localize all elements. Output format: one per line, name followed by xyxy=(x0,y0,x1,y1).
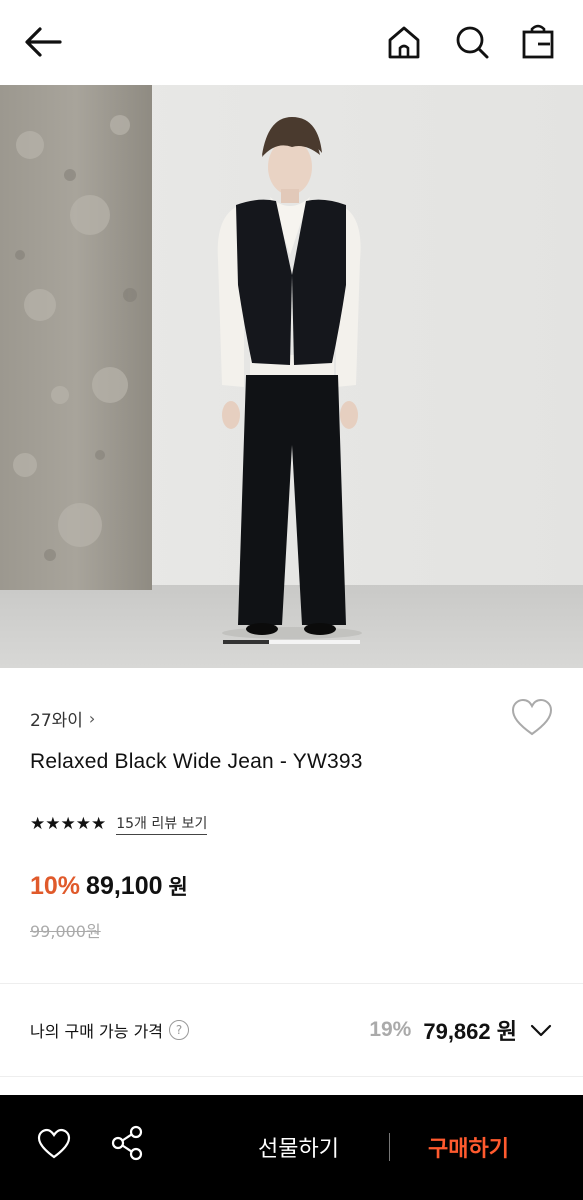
chevron-right-icon: › xyxy=(88,709,96,728)
heart-icon[interactable] xyxy=(36,1128,72,1160)
top-bar xyxy=(0,0,583,85)
star-rating-icon: ★★★★★ xyxy=(30,814,107,834)
share-icon[interactable] xyxy=(110,1125,144,1161)
model-photo xyxy=(0,85,583,668)
product-image[interactable] xyxy=(0,85,583,668)
my-price-rate: 19% xyxy=(369,1018,412,1041)
image-pager xyxy=(223,640,360,644)
home-icon[interactable] xyxy=(386,24,422,60)
brand-link[interactable]: 27와이 › xyxy=(30,706,95,731)
chevron-down-icon[interactable] xyxy=(529,1018,553,1042)
review-link[interactable]: 15개 리뷰 보기 xyxy=(116,813,208,835)
price-unit: 원 xyxy=(168,875,188,899)
my-price-label: 나의 구매 가능 가격 xyxy=(30,1022,164,1041)
rating-row: ★★★★★ 15개 리뷰 보기 xyxy=(30,813,208,835)
bottom-action-bar: 선물하기 구매하기 xyxy=(0,1095,583,1200)
price-row: 10% 89,100 원 xyxy=(30,871,188,901)
brand-name: 27와이 xyxy=(30,711,83,731)
buy-button[interactable]: 구매하기 xyxy=(428,1131,509,1163)
search-icon[interactable] xyxy=(454,24,490,60)
my-price-label-group: 나의 구매 가능 가격 ? xyxy=(30,1018,190,1042)
image-pager-progress xyxy=(223,640,269,644)
product-info: 27와이 › Relaxed Black Wide Jean - YW393 ★… xyxy=(0,668,583,983)
my-price-values: 19% 79,862 원 xyxy=(369,1014,553,1046)
button-separator xyxy=(389,1133,390,1161)
heart-icon[interactable] xyxy=(510,698,554,738)
original-price: 99,000원 xyxy=(30,922,101,941)
help-icon[interactable]: ? xyxy=(169,1020,190,1040)
sale-price: 89,100 xyxy=(86,872,163,900)
divider xyxy=(0,1076,583,1077)
my-price-row[interactable]: 나의 구매 가능 가격 ? 19% 79,862 원 xyxy=(0,984,583,1076)
gift-button[interactable]: 선물하기 xyxy=(258,1131,339,1163)
discount-rate: 10% xyxy=(30,872,81,900)
back-arrow-icon[interactable] xyxy=(22,24,64,60)
shopping-bag-icon[interactable] xyxy=(520,22,556,60)
my-price-amount: 79,862 원 xyxy=(423,1019,517,1044)
product-name: Relaxed Black Wide Jean - YW393 xyxy=(30,750,363,773)
